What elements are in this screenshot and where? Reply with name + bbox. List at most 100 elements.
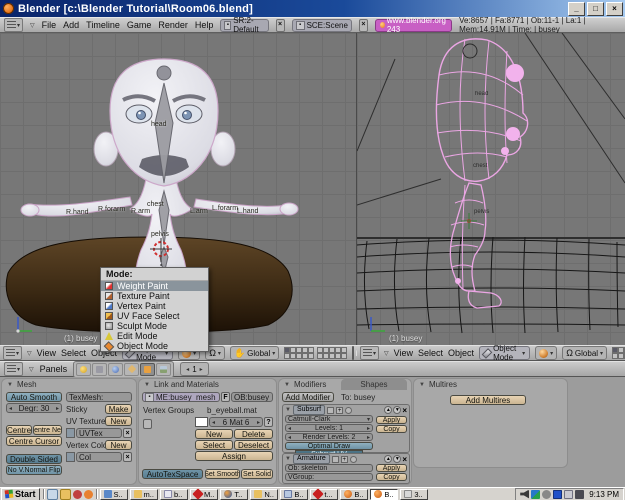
mode-item-vertex-paint[interactable]: Vertex Paint xyxy=(101,301,208,311)
taskbar-task-6[interactable]: N.. xyxy=(250,489,278,500)
maximize-button[interactable]: □ xyxy=(587,2,604,16)
mesh-name-field[interactable]: ▪ME:busey_mesh xyxy=(142,392,220,402)
texmesh-field[interactable]: TexMesh: xyxy=(66,392,132,402)
add-multires-button[interactable]: Add Multires xyxy=(450,395,526,405)
object-name-field[interactable]: OB:busey xyxy=(231,392,273,402)
collapse-icon[interactable]: ▼ xyxy=(285,456,291,462)
frame-next-icon[interactable]: ▸ xyxy=(200,366,203,373)
col-field[interactable]: Col xyxy=(76,452,122,462)
menu-add[interactable]: Add xyxy=(63,20,79,30)
collapse-icon[interactable]: ▼ xyxy=(7,382,13,388)
header-collapse-icon[interactable]: ▽ xyxy=(384,350,389,357)
vertex-color-new-button[interactable]: New xyxy=(105,440,132,450)
editor-type-button[interactable]: ▾ xyxy=(4,18,23,32)
quicklaunch-icon-1[interactable] xyxy=(47,489,58,500)
taskbar-task-1[interactable]: S.. xyxy=(100,489,128,500)
panels-menu[interactable]: Panels xyxy=(40,364,68,374)
render-levels-slider[interactable]: ◂Render Levels: 2▸ xyxy=(285,433,373,441)
menu-timeline[interactable]: Timeline xyxy=(86,20,120,30)
scene-context-button[interactable] xyxy=(156,363,171,376)
taskbar-task-7[interactable]: B.. xyxy=(280,489,308,500)
modifier-name[interactable]: Armature xyxy=(293,454,330,464)
menu-render[interactable]: Render xyxy=(158,20,188,30)
levels-slider[interactable]: ◂Levels: 1▸ xyxy=(285,424,373,432)
render-toggle-icon[interactable] xyxy=(327,407,334,414)
menu-view[interactable]: View xyxy=(394,348,413,358)
collapse-icon[interactable]: ▼ xyxy=(144,382,150,388)
volume-icon[interactable] xyxy=(520,490,529,499)
menu-object[interactable]: Object xyxy=(448,348,474,358)
apply-button[interactable]: Apply xyxy=(376,416,407,424)
move-down-icon[interactable]: ▼ xyxy=(393,455,401,463)
editor-type-button[interactable]: ▾ xyxy=(4,362,23,376)
layer-buttons[interactable] xyxy=(612,347,625,359)
taskbar-task-10[interactable]: B.. xyxy=(370,489,398,500)
vertex-group-button[interactable] xyxy=(143,419,152,429)
move-down-icon[interactable]: ▼ xyxy=(393,406,401,414)
header-collapse-icon[interactable]: ▽ xyxy=(29,366,34,373)
mode-dropdown[interactable]: Object Mode▾ xyxy=(479,346,530,360)
script-context-button[interactable] xyxy=(92,363,107,376)
viewport-side[interactable]: head chest pelvis (1) busey xyxy=(357,33,625,345)
centre-cursor-button[interactable]: Centre Cursor xyxy=(6,436,62,446)
transform-orientation-dropdown[interactable]: ΩGlobal▾ xyxy=(562,346,607,360)
delete-modifier-icon[interactable]: × xyxy=(402,406,407,415)
scene-selector[interactable]: ▪SCE:Scene xyxy=(292,19,352,32)
mode-item-uv-face-select[interactable]: UV Face Select xyxy=(101,311,208,321)
taskbar-task-3[interactable]: b.. xyxy=(160,489,188,500)
layer-buttons[interactable] xyxy=(284,347,347,359)
minimize-button[interactable]: _ xyxy=(568,2,585,16)
modifier-name[interactable]: Subsurf xyxy=(293,405,325,415)
realtime-toggle-icon[interactable]: + xyxy=(341,456,348,463)
deselect-button[interactable]: Deselect xyxy=(234,440,273,450)
header-collapse-icon[interactable]: ▽ xyxy=(27,350,32,357)
copy-button[interactable]: Copy xyxy=(376,473,407,481)
mode-item-weight-paint[interactable]: Weight Paint xyxy=(101,281,208,291)
centre-new-button[interactable]: Centre New xyxy=(33,425,62,435)
printer-icon[interactable] xyxy=(564,490,573,499)
realtime-toggle-icon[interactable]: + xyxy=(336,407,343,414)
material-color-swatch[interactable] xyxy=(195,417,208,427)
set-solid-button[interactable]: Set Solid xyxy=(241,469,273,479)
apply-button[interactable]: Apply xyxy=(376,464,407,472)
move-up-icon[interactable]: ▲ xyxy=(384,406,392,414)
collapse-icon[interactable]: ▼ xyxy=(285,407,291,413)
assign-button[interactable]: Assign xyxy=(195,451,273,461)
taskbar-task-8[interactable]: t... xyxy=(310,489,338,500)
draw-mode-dropdown[interactable]: ▾ xyxy=(535,346,557,360)
blender-org-button[interactable]: www.blender.org 243 xyxy=(375,19,452,32)
quicklaunch-icon-2[interactable] xyxy=(60,489,71,500)
shading-context-button[interactable] xyxy=(108,363,123,376)
taskbar-task-5[interactable]: T.. xyxy=(220,489,248,500)
close-button[interactable]: × xyxy=(606,2,623,16)
uvtex-field[interactable]: UVTex xyxy=(76,428,122,438)
menu-select[interactable]: Select xyxy=(61,348,86,358)
subsurf-type-dropdown[interactable]: Catmull-Clark▾ xyxy=(285,415,373,423)
copy-button[interactable]: Copy xyxy=(376,425,407,433)
armature-object-field[interactable]: Ob: skeleton xyxy=(285,464,373,472)
menu-view[interactable]: View xyxy=(37,348,56,358)
mode-item-sculpt-mode[interactable]: Sculpt Mode xyxy=(101,321,208,331)
menu-file[interactable]: File xyxy=(42,20,57,30)
col-active-icon[interactable] xyxy=(66,452,75,462)
mode-item-texture-paint[interactable]: Texture Paint xyxy=(101,291,208,301)
taskbar-task-9[interactable]: B.. xyxy=(340,489,368,500)
start-button[interactable]: Start xyxy=(1,488,40,500)
fake-user-button[interactable]: F xyxy=(221,392,230,402)
degr-slider[interactable]: ◂Degr: 30▸ xyxy=(6,403,62,413)
network-icon[interactable] xyxy=(531,490,540,499)
editor-type-button[interactable]: ▾ xyxy=(360,346,379,360)
editing-context-button[interactable] xyxy=(140,363,155,376)
header-collapse-icon[interactable]: ▽ xyxy=(30,22,35,29)
material-question-button[interactable]: ? xyxy=(264,417,273,427)
taskbar-task-4[interactable]: M.. xyxy=(190,489,218,500)
scene-close-button[interactable]: × xyxy=(359,19,368,32)
mode-item-edit-mode[interactable]: Edit Mode xyxy=(101,331,208,341)
delete-button[interactable]: Delete xyxy=(234,429,273,439)
uv-texture-new-button[interactable]: New xyxy=(105,416,132,426)
sticky-make-button[interactable]: Make xyxy=(105,404,132,414)
taskbar-task-2[interactable]: m.. xyxy=(130,489,158,500)
autotexspace-button[interactable]: AutoTexSpace xyxy=(142,469,203,479)
editor-type-button[interactable]: ▾ xyxy=(3,346,22,360)
centre-button[interactable]: Centre xyxy=(6,425,32,435)
